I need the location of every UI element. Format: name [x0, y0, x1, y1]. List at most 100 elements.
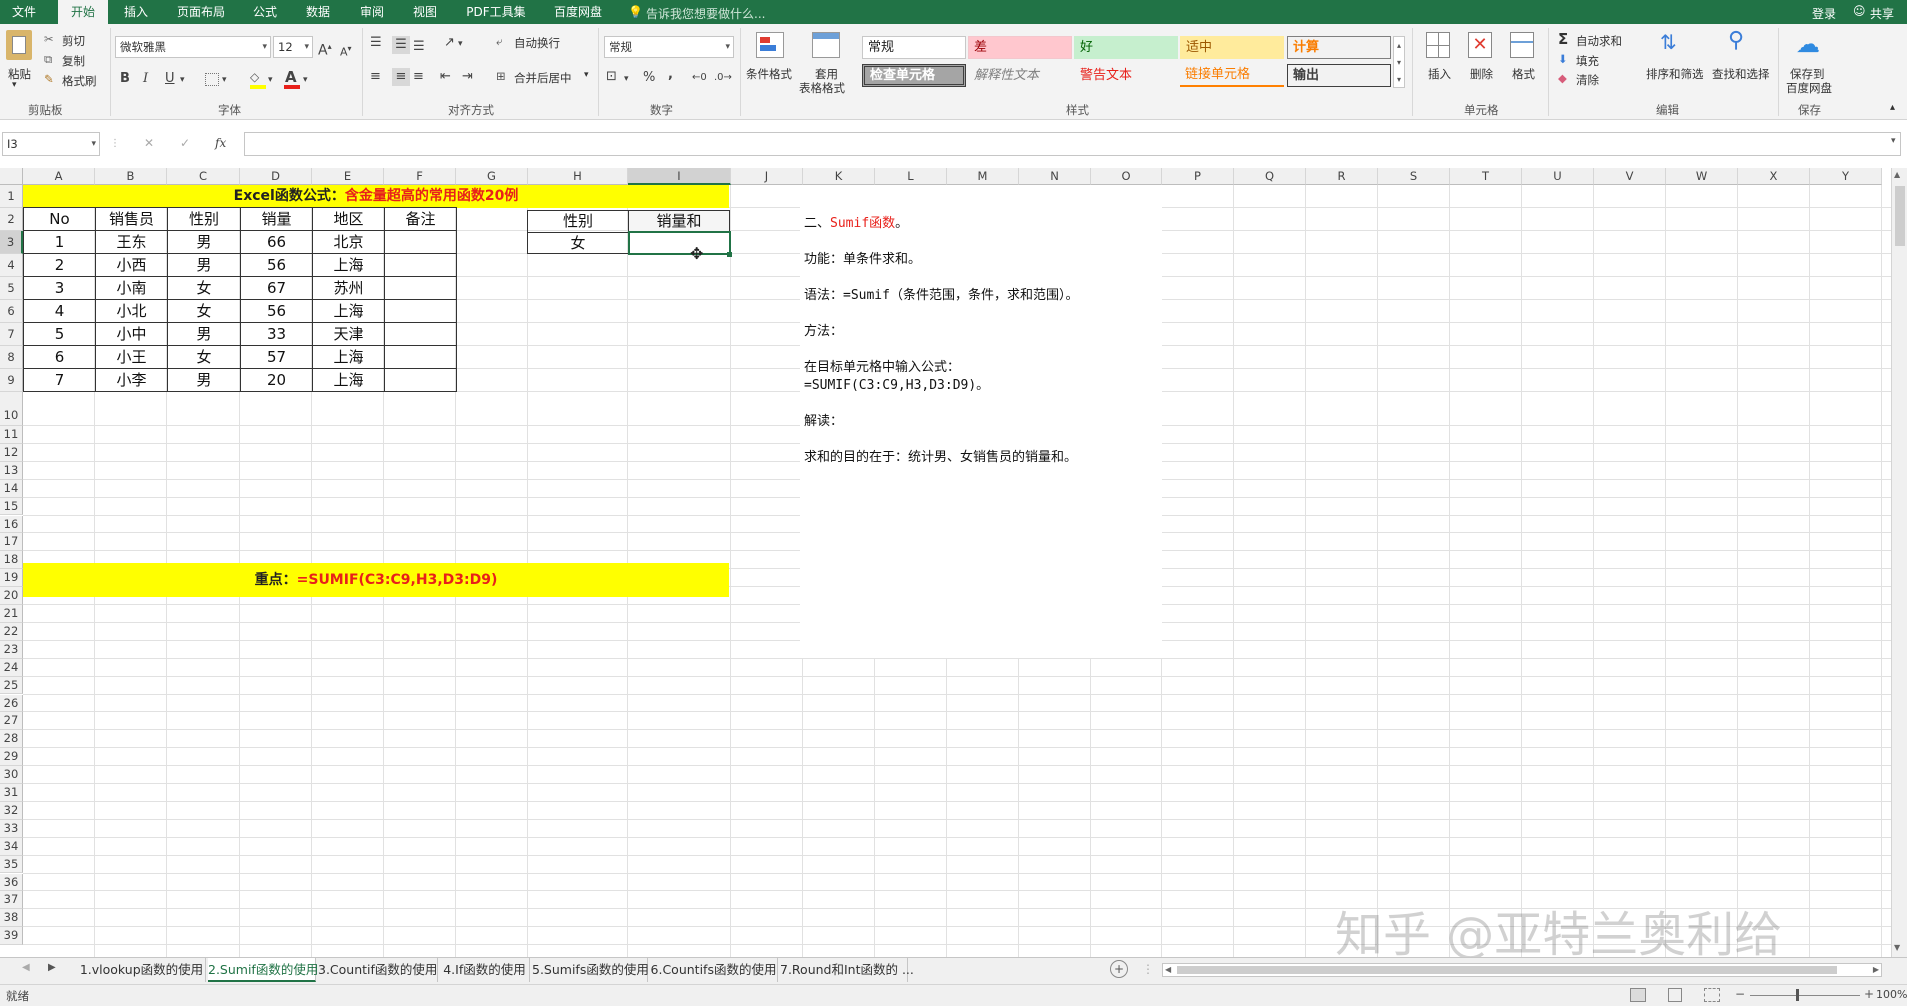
orientation-dropdown-icon[interactable]: ▾ — [458, 35, 463, 53]
row-header-36[interactable]: 36 — [0, 873, 23, 892]
column-header-g[interactable]: G — [456, 168, 528, 185]
align-center-icon[interactable]: ≡ — [392, 68, 410, 86]
share-button[interactable]: 共享 — [1870, 5, 1894, 22]
row-header-22[interactable]: 22 — [0, 622, 23, 641]
table-cell-no[interactable]: 6 — [23, 345, 96, 369]
row-header-29[interactable]: 29 — [0, 748, 23, 767]
table-cell-sales[interactable]: 56 — [240, 253, 313, 277]
cloud-icon[interactable]: ☁ — [1796, 30, 1820, 58]
merge-dropdown-icon[interactable]: ▾ — [584, 70, 589, 80]
row-header-18[interactable]: 18 — [0, 551, 23, 570]
column-header-p[interactable]: P — [1162, 168, 1234, 185]
table-cell-region[interactable]: 北京 — [312, 230, 385, 254]
delete-cells-icon[interactable]: ✕ — [1468, 32, 1492, 58]
merge-center-button[interactable]: 合并后居中 — [514, 70, 572, 86]
table-cell-region[interactable]: 苏州 — [312, 276, 385, 300]
currency-dropdown-icon[interactable]: ▾ — [624, 70, 629, 88]
horizontal-scroll-thumb[interactable] — [1177, 966, 1837, 974]
font-color-button[interactable]: A — [285, 68, 297, 86]
column-header-x[interactable]: X — [1738, 168, 1810, 185]
table-cell-region[interactable]: 上海 — [312, 345, 385, 369]
row-header-39[interactable]: 39 — [0, 927, 23, 946]
paste-icon[interactable] — [6, 30, 32, 60]
side-header-gender[interactable]: 性别 — [527, 210, 629, 233]
find-search-icon[interactable]: ⚲ — [1728, 28, 1744, 53]
column-header-v[interactable]: V — [1594, 168, 1666, 185]
horizontal-scrollbar[interactable]: ◀ ▶ — [1162, 963, 1882, 977]
underline-button[interactable]: U — [165, 70, 175, 88]
column-header-w[interactable]: W — [1666, 168, 1738, 185]
row-header-4[interactable]: 4 — [0, 254, 23, 277]
comma-button[interactable]: , — [668, 66, 673, 84]
select-all-corner[interactable] — [0, 168, 23, 185]
table-cell-remark[interactable] — [384, 368, 457, 392]
decrease-decimal-icon[interactable]: .0→ — [714, 69, 732, 87]
table-cell-salesperson[interactable]: 王东 — [95, 230, 168, 254]
zoom-out-icon[interactable]: − — [1735, 987, 1745, 1001]
column-header-y[interactable]: Y — [1810, 168, 1882, 185]
conditional-format-button[interactable]: 条件格式 — [746, 66, 792, 82]
fill-button[interactable]: 填充 — [1576, 53, 1599, 69]
row-header-7[interactable]: 7 — [0, 323, 23, 346]
table-cell-gender[interactable]: 女 — [167, 299, 241, 323]
table-cell-gender[interactable]: 女 — [167, 276, 241, 300]
format-cells-button[interactable]: 格式 — [1512, 66, 1535, 82]
font-color-dropdown-icon[interactable]: ▾ — [303, 71, 308, 89]
align-middle-icon[interactable]: ☰ — [392, 36, 410, 54]
percent-button[interactable]: % — [643, 69, 655, 87]
column-header-s[interactable]: S — [1378, 168, 1450, 185]
column-header-m[interactable]: M — [947, 168, 1019, 185]
normal-view-icon[interactable] — [1630, 988, 1646, 1002]
table-cell-region[interactable]: 上海 — [312, 299, 385, 323]
column-header-t[interactable]: T — [1450, 168, 1522, 185]
increase-indent-icon[interactable]: ⇥ — [462, 68, 473, 86]
row-header-23[interactable]: 23 — [0, 640, 23, 659]
cancel-icon[interactable]: ✕ — [144, 136, 154, 150]
sheet-tab-4[interactable]: 4.If函数的使用 — [440, 958, 530, 982]
zoom-level[interactable]: 100% — [1876, 988, 1907, 1001]
row-header-11[interactable]: 11 — [0, 426, 23, 444]
side-header-sum[interactable]: 销量和 — [628, 210, 730, 233]
border-icon[interactable] — [205, 73, 219, 86]
row-header-33[interactable]: 33 — [0, 819, 23, 838]
align-bottom-icon[interactable]: ☰ — [413, 38, 425, 56]
row-header-32[interactable]: 32 — [0, 801, 23, 820]
autosum-button[interactable]: 自动求和 — [1576, 33, 1622, 49]
sheet-tab-3[interactable]: 3.Countif函数的使用 — [318, 958, 438, 982]
row-header-10[interactable]: 10 — [0, 392, 23, 426]
column-header-c[interactable]: C — [167, 168, 240, 185]
prev-sheet-icon[interactable]: ◀ — [22, 962, 30, 973]
vertical-scrollbar[interactable]: ▲ ▼ — [1891, 168, 1907, 957]
table-cell-no[interactable]: 5 — [23, 322, 96, 346]
shrink-font-button[interactable]: A▾ — [340, 40, 352, 62]
find-select-button[interactable]: 查找和选择 — [1712, 66, 1770, 82]
row-header-19[interactable]: 19 — [0, 569, 23, 588]
bold-button[interactable]: B — [120, 70, 130, 88]
clear-button[interactable]: 清除 — [1576, 72, 1599, 88]
table-cell-sales[interactable]: 67 — [240, 276, 313, 300]
scroll-up-icon[interactable]: ▲ — [1894, 170, 1900, 179]
row-header-13[interactable]: 13 — [0, 461, 23, 480]
styles-scroll-icon[interactable]: ▴ ▾ ▾ — [1393, 36, 1405, 88]
row-header-3[interactable]: 3 — [0, 231, 23, 254]
tab-review[interactable]: 审阅 — [352, 0, 392, 24]
fill-dropdown-icon[interactable]: ▾ — [268, 71, 273, 89]
tab-formulas[interactable]: 公式 — [245, 0, 285, 24]
style-output[interactable]: 输出 — [1287, 64, 1391, 87]
row-header-12[interactable]: 12 — [0, 443, 23, 462]
row-header-17[interactable]: 17 — [0, 533, 23, 552]
row-header-26[interactable]: 26 — [0, 694, 23, 713]
collapse-ribbon-icon[interactable]: ▴ — [1890, 102, 1895, 113]
zoom-in-icon[interactable]: + — [1864, 987, 1874, 1001]
table-cell-gender[interactable]: 男 — [167, 230, 241, 254]
row-header-34[interactable]: 34 — [0, 837, 23, 856]
table-cell-region[interactable]: 上海 — [312, 368, 385, 392]
column-header-n[interactable]: N — [1019, 168, 1091, 185]
table-header-region[interactable]: 地区 — [312, 207, 385, 231]
orientation-icon[interactable]: ↗ — [444, 34, 455, 52]
insert-cells-button[interactable]: 插入 — [1428, 66, 1451, 82]
sort-filter-icon[interactable]: ⇅ — [1660, 30, 1677, 54]
align-top-icon[interactable]: ☰ — [370, 34, 382, 52]
column-header-b[interactable]: B — [95, 168, 167, 185]
column-header-o[interactable]: O — [1091, 168, 1162, 185]
